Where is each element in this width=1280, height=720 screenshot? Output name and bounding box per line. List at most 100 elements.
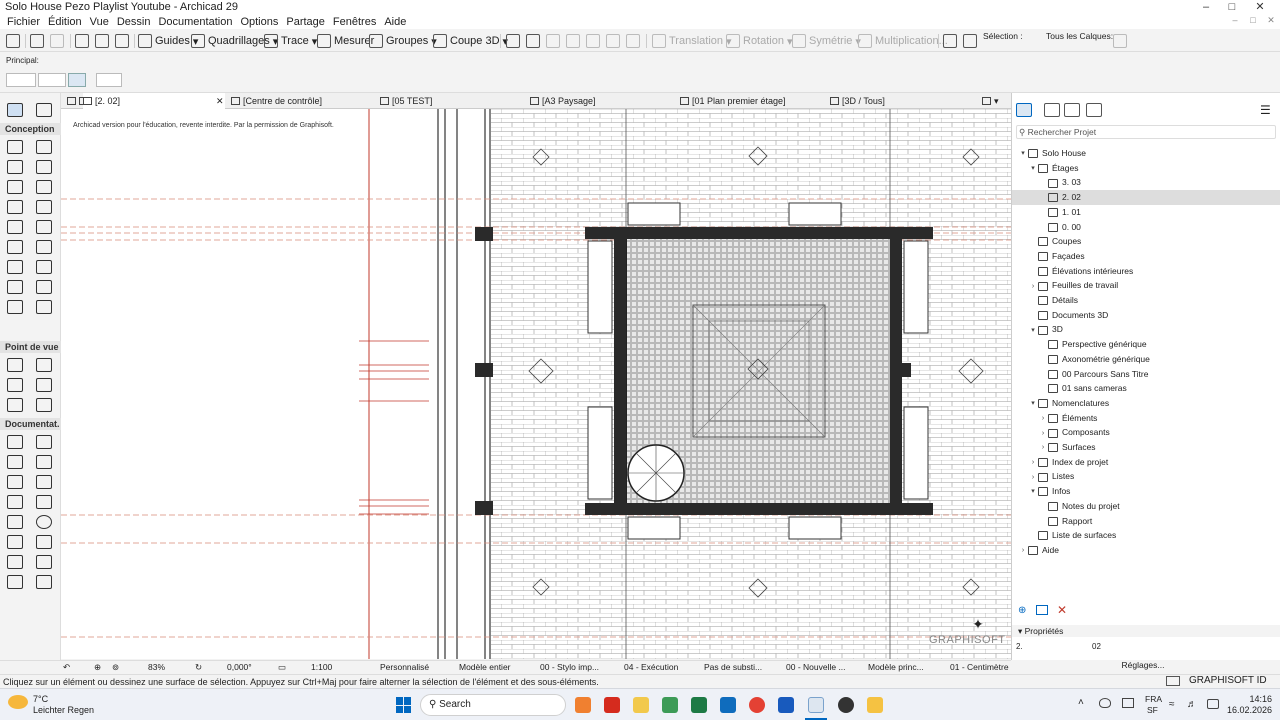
teams-icon[interactable] bbox=[662, 697, 678, 713]
tree-item[interactable]: Perspective générique bbox=[1012, 337, 1280, 352]
menu-fichier[interactable]: Fichier bbox=[3, 15, 44, 29]
tab-05-test[interactable]: [05 TEST] bbox=[380, 93, 432, 109]
doc-minimize-button[interactable]: – bbox=[1226, 15, 1244, 29]
volume-icon[interactable]: ♬ bbox=[1187, 699, 1197, 710]
spline-tool-icon[interactable] bbox=[36, 535, 52, 549]
menu-options[interactable]: Options bbox=[236, 15, 282, 29]
view-map-icon[interactable] bbox=[1044, 103, 1060, 117]
door-tool-icon[interactable] bbox=[7, 180, 23, 194]
circle-tool-icon[interactable] bbox=[36, 515, 52, 529]
undo-icon[interactable] bbox=[30, 32, 44, 50]
elevation-tool-icon[interactable] bbox=[36, 358, 52, 372]
tree-item[interactable]: Rapport bbox=[1012, 514, 1280, 529]
window-tool-icon[interactable] bbox=[36, 180, 52, 194]
tree-item[interactable]: ▾ Infos bbox=[1012, 484, 1280, 499]
skylight-tool-icon[interactable] bbox=[7, 300, 23, 314]
zoom-in-icon[interactable]: ⊕ bbox=[94, 661, 101, 674]
slab-tool-icon[interactable] bbox=[36, 140, 52, 154]
stair-tool-icon[interactable] bbox=[7, 240, 23, 254]
section-tool-icon[interactable] bbox=[7, 358, 23, 372]
tabs-menu-icon[interactable]: ▾ bbox=[982, 93, 999, 109]
text-tool-icon[interactable] bbox=[7, 475, 23, 489]
compass-icon[interactable]: ✦ bbox=[970, 616, 986, 632]
excel-icon[interactable] bbox=[691, 697, 707, 713]
close-window-button[interactable]: ✕ bbox=[1247, 0, 1273, 15]
renovation-filter-value[interactable]: 00 - Nouvelle ... bbox=[786, 661, 846, 674]
figure-tool-icon[interactable] bbox=[36, 495, 52, 509]
chevron-right-icon[interactable]: › bbox=[1028, 455, 1038, 470]
chevron-down-icon[interactable]: ▾ bbox=[1018, 146, 1028, 161]
navigator-menu-icon[interactable]: ☰ bbox=[1260, 103, 1271, 117]
chrome-icon[interactable] bbox=[749, 697, 765, 713]
arrow-select[interactable] bbox=[96, 73, 122, 87]
tree-item[interactable]: Notes du projet bbox=[1012, 499, 1280, 514]
tree-item[interactable]: › Surfaces bbox=[1012, 440, 1280, 455]
chevron-down-icon[interactable]: ▾ bbox=[1028, 484, 1038, 499]
maximize-button[interactable]: □ bbox=[1219, 0, 1245, 15]
tab-floor-plan-2-02[interactable]: [2. 02] ✕ bbox=[83, 93, 225, 109]
cloud-icon[interactable] bbox=[1099, 698, 1111, 708]
fill-tool-icon[interactable] bbox=[7, 555, 23, 569]
chevron-right-icon[interactable]: › bbox=[1018, 543, 1028, 558]
lamp-tool-icon[interactable] bbox=[36, 200, 52, 214]
chevron-right-icon[interactable]: › bbox=[1038, 426, 1048, 441]
minimize-button[interactable]: – bbox=[1193, 0, 1219, 15]
hotspot-tool-icon[interactable] bbox=[7, 495, 23, 509]
tree-item[interactable]: 1. 01 bbox=[1012, 205, 1280, 220]
settings-button[interactable]: Réglages... bbox=[1108, 659, 1178, 671]
pen-set-value[interactable]: 00 - Stylo imp... bbox=[540, 661, 599, 674]
dimension-standard-value[interactable]: 01 - Centimètre bbox=[950, 661, 1009, 674]
measure-button[interactable]: Mesurer bbox=[317, 32, 374, 50]
beam-tool-icon[interactable] bbox=[36, 160, 52, 174]
fillet-icon[interactable] bbox=[586, 32, 600, 50]
tab-control-center[interactable]: [Centre de contrôle] bbox=[231, 93, 322, 109]
tree-item[interactable]: Liste de surfaces bbox=[1012, 528, 1280, 543]
tree-item[interactable]: Axonométrie générique bbox=[1012, 352, 1280, 367]
angle-dimension-tool-icon[interactable] bbox=[36, 455, 52, 469]
wifi-icon[interactable]: ≈ bbox=[1169, 699, 1175, 710]
recorder-icon[interactable] bbox=[838, 697, 854, 713]
trace-button[interactable]: Trace ▾ bbox=[264, 32, 317, 50]
tree-item[interactable]: 00 Parcours Sans Titre bbox=[1012, 367, 1280, 382]
tree-item[interactable]: 0. 00 bbox=[1012, 220, 1280, 235]
zoom-fit-icon[interactable]: ⊚ bbox=[112, 661, 119, 674]
chevron-down-icon[interactable]: ▾ bbox=[1028, 323, 1038, 338]
settings-icon[interactable] bbox=[1036, 605, 1048, 615]
level-dimension-tool-icon[interactable] bbox=[36, 435, 52, 449]
model-display-value[interactable]: Modèle entier bbox=[459, 661, 511, 674]
taskbar-search[interactable]: ⚲ Search bbox=[420, 694, 566, 716]
redo-icon[interactable] bbox=[50, 32, 64, 50]
intersect-icon[interactable] bbox=[566, 32, 580, 50]
menu-dessin[interactable]: Dessin bbox=[113, 15, 155, 29]
tree-item[interactable]: ▾ Solo House bbox=[1012, 146, 1280, 161]
viewpoint-section-header[interactable]: Point de vue bbox=[0, 341, 61, 353]
archicad-icon[interactable] bbox=[808, 697, 824, 713]
new-view-icon[interactable]: ⊕ bbox=[1018, 605, 1026, 616]
refresh-icon[interactable] bbox=[1113, 32, 1127, 50]
keyboard-language[interactable]: FRA bbox=[1145, 694, 1162, 704]
magic-wand-icon[interactable] bbox=[95, 32, 109, 50]
tab-3d-tous[interactable]: [3D / Tous] bbox=[830, 93, 885, 109]
rotation-button[interactable]: Rotation ▾ bbox=[726, 32, 793, 50]
mesh-tool-icon[interactable] bbox=[36, 280, 52, 294]
column-tool-icon[interactable] bbox=[7, 160, 23, 174]
translation-button[interactable]: Translation ▾ bbox=[652, 32, 732, 50]
adjust-icon[interactable] bbox=[546, 32, 560, 50]
eyedropper-icon[interactable] bbox=[115, 32, 129, 50]
menu-partage[interactable]: Partage bbox=[282, 15, 329, 29]
scale-value[interactable]: 1:100 bbox=[311, 661, 332, 674]
radial-dimension-tool-icon[interactable] bbox=[7, 455, 23, 469]
line-tool-icon[interactable] bbox=[7, 515, 23, 529]
cut-icon[interactable] bbox=[506, 32, 520, 50]
rotate-icon[interactable] bbox=[68, 73, 86, 87]
chevron-right-icon[interactable]: › bbox=[1038, 411, 1048, 426]
dimension-tool-icon[interactable] bbox=[7, 435, 23, 449]
project-map-icon[interactable] bbox=[1016, 103, 1032, 117]
menu-documentation[interactable]: Documentation bbox=[154, 15, 236, 29]
menu-vue[interactable]: Vue bbox=[86, 15, 113, 29]
delete-icon[interactable]: ✕ bbox=[1057, 603, 1067, 617]
tree-item[interactable]: › Éléments bbox=[1012, 411, 1280, 426]
groups-button[interactable]: Groupes ▾ bbox=[369, 32, 437, 50]
railing-tool-icon[interactable] bbox=[36, 240, 52, 254]
tree-item[interactable]: Façades bbox=[1012, 249, 1280, 264]
